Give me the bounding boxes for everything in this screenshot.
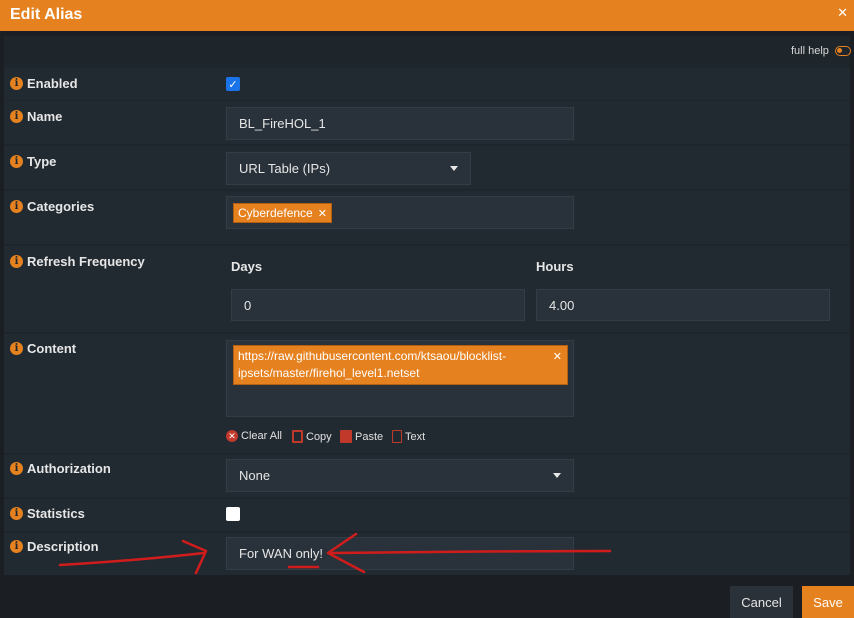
dialog-footer — [0, 577, 854, 618]
cancel-button[interactable]: Cancel — [730, 586, 793, 618]
red-annotation-arrows — [58, 532, 612, 575]
left-arrow-head — [181, 539, 208, 575]
save-button[interactable]: Save — [802, 586, 854, 618]
left-arrow-shaft — [58, 551, 206, 567]
right-arrow-shaft — [330, 549, 612, 555]
